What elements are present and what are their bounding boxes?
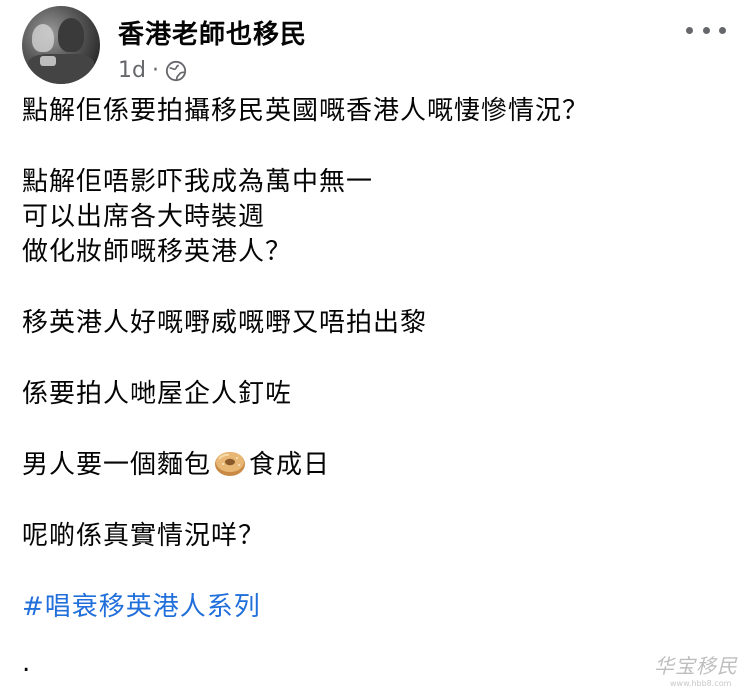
avatar-figure [40,56,56,66]
post-line: 點解佢唔影吓我成為萬中無一 [22,167,374,197]
avatar-figure [32,24,54,52]
trailing-dot: . [22,648,31,678]
post-line: 係要拍人哋屋企人釘咗 [22,379,293,409]
avatar-figure [28,54,94,84]
avatar[interactable] [22,6,100,84]
avatar-figure [58,18,84,52]
watermark-url: www.hbb8.com [670,679,732,688]
bagel-emoji-icon [215,452,246,476]
post-line: 移英港人好嘅嘢威嘅嘢又唔拍出黎 [22,308,428,338]
facebook-post: 香港老師也移民 1d · 點解佢係要拍攝移民英國嘅香港人嘅悽慘情況？ 點解佢唔影… [0,0,744,698]
post-line-text: 食成日 [249,450,331,480]
post-line: 男人要一個麵包 食成日 [22,448,722,483]
post-line: 可以出席各大時裝週 [22,202,266,232]
more-dot [702,26,710,34]
post-line: 呢啲係真實情況咩？ [22,521,266,551]
globe-icon[interactable] [165,60,187,82]
author-name[interactable]: 香港老師也移民 [118,14,307,51]
post-line-text: 男人要一個麵包 [22,450,212,480]
timestamp[interactable]: 1d [118,58,146,83]
meta-separator: · [151,58,159,83]
post-line: 點解佢係要拍攝移民英國嘅香港人嘅悽慘情況？ [22,96,590,126]
post-line: 做化妝師嘅移英港人？ [22,237,293,267]
more-dot [686,26,693,34]
post-body: 點解佢係要拍攝移民英國嘅香港人嘅悽慘情況？ 點解佢唔影吓我成為萬中無一 可以出席… [22,94,722,625]
more-dot [719,26,726,34]
post-header: 香港老師也移民 1d · [22,6,726,86]
hashtag-link[interactable]: #唱衰移英港人系列 [22,590,722,625]
post-meta: 1d · [118,58,187,83]
watermark-text: 华宝移民 [654,654,738,678]
more-options-icon[interactable] [686,18,726,42]
watermark: 华宝移民 www.hbb8.com [654,650,738,690]
